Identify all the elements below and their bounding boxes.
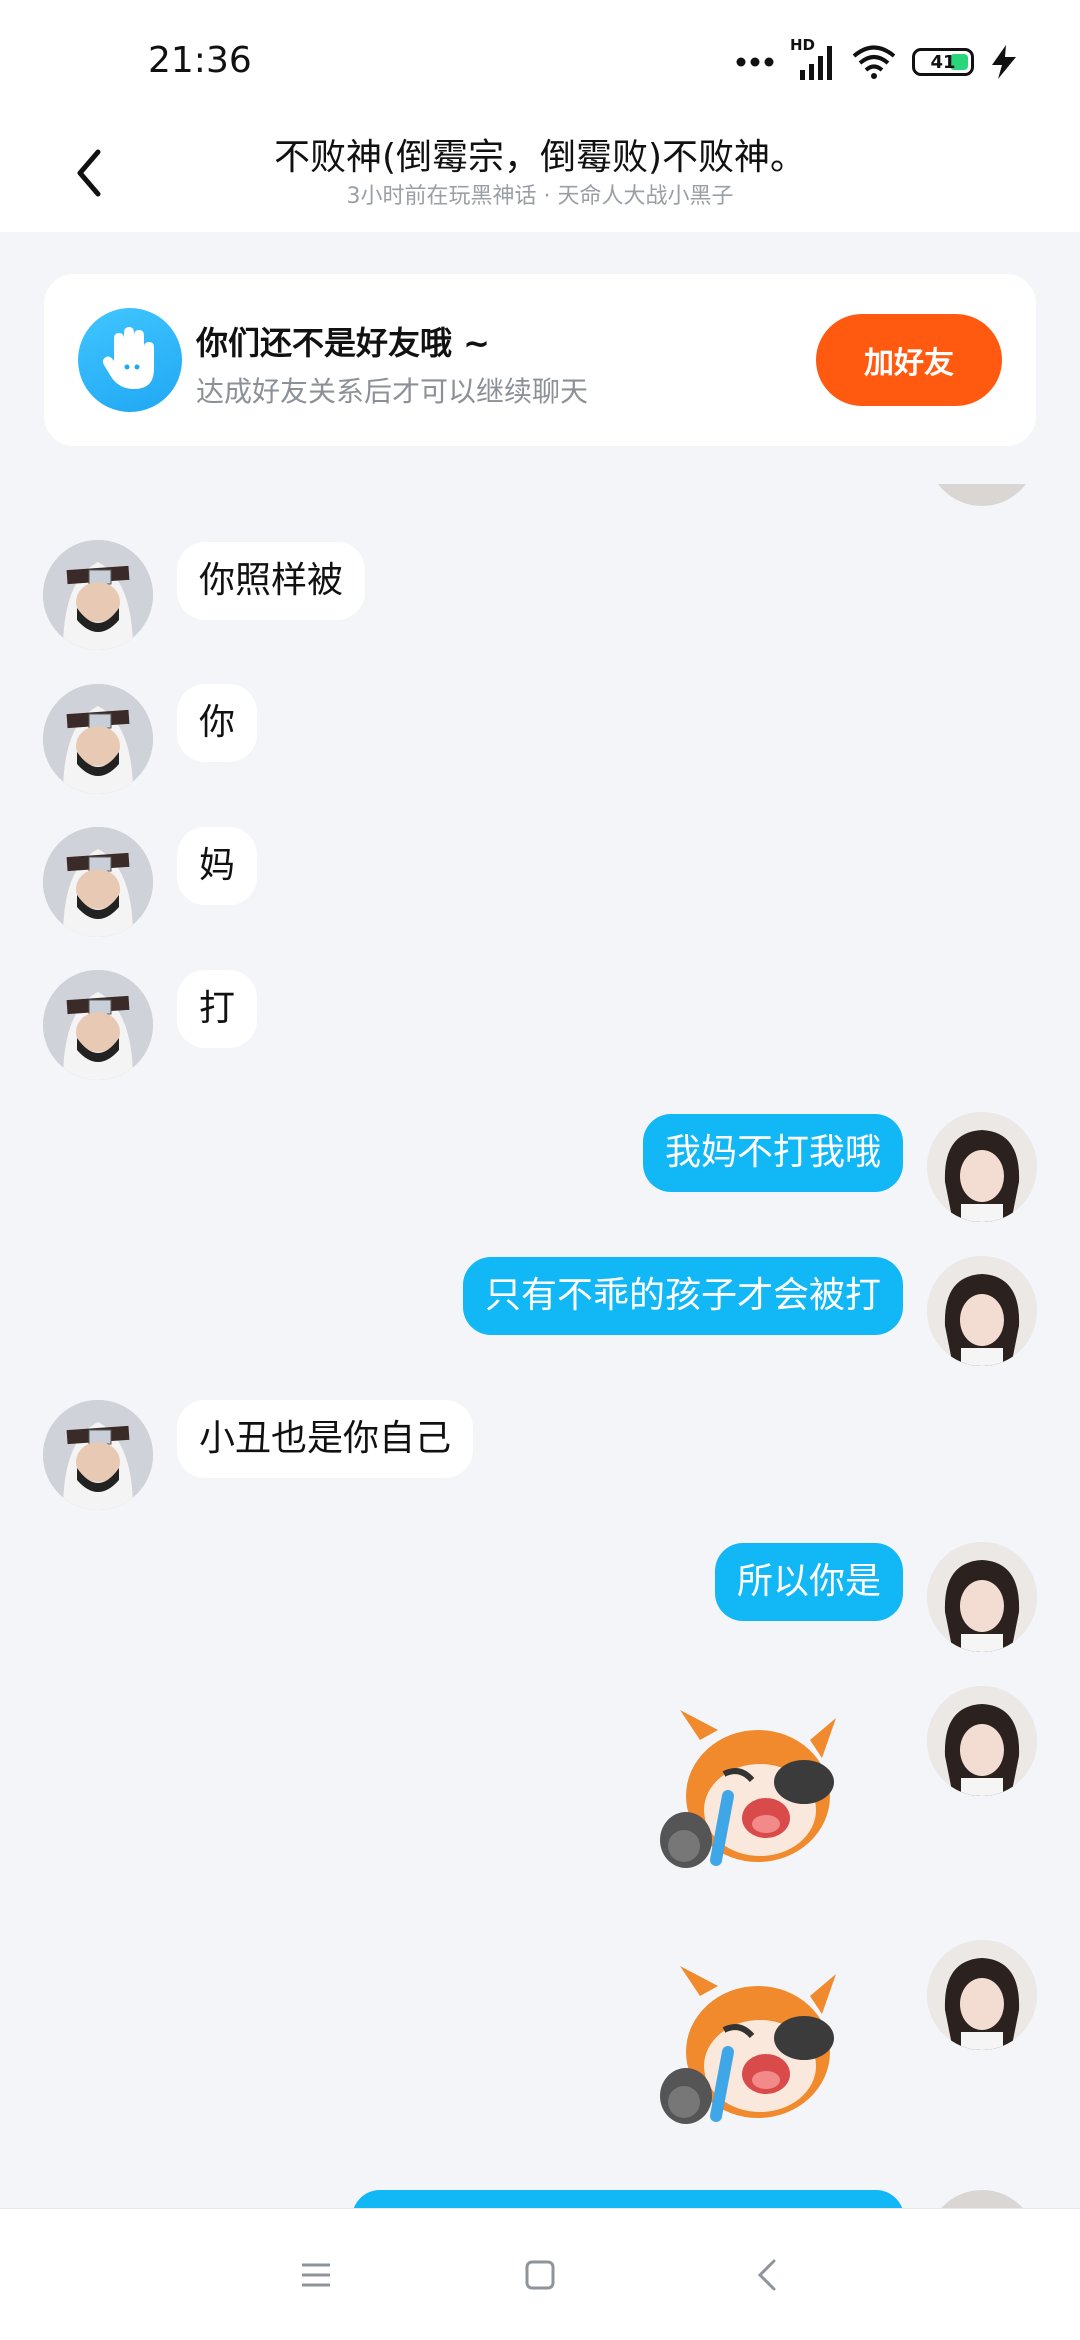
wifi-icon xyxy=(852,45,896,79)
message-bubble[interactable]: 打 xyxy=(177,970,258,1048)
avatar[interactable] xyxy=(43,540,153,650)
status-time: 21:36 xyxy=(148,40,252,81)
system-navigation-bar xyxy=(0,2208,1080,2340)
status-bar: 21:36 HD 41 xyxy=(0,0,1080,120)
menu-icon[interactable] xyxy=(290,2249,342,2301)
chat-header: 不败神(倒霉宗，倒霉败)不败神。 3小时前在玩黑神话 · 天命人大战小黑子 xyxy=(0,120,1080,232)
cellular-signal-icon: HD xyxy=(790,36,836,82)
status-icons: HD 41 xyxy=(736,36,1018,82)
charging-icon xyxy=(992,45,1016,79)
back-nav-icon[interactable] xyxy=(742,2249,794,2301)
home-icon[interactable] xyxy=(514,2249,566,2301)
avatar[interactable] xyxy=(927,1256,1037,1366)
notice-description: 达成好友关系后才可以继续聊天 xyxy=(196,375,589,408)
message-bubble[interactable]: 妈 xyxy=(177,827,258,905)
message-bubble[interactable]: 小丑也是你自己 xyxy=(177,1400,474,1478)
message-bubble[interactable]: 所以你是 xyxy=(714,1543,903,1621)
message-bubble[interactable]: 只有不乖的孩子才会被打 xyxy=(462,1257,903,1335)
avatar[interactable] xyxy=(43,827,153,937)
avatar[interactable] xyxy=(43,970,153,1080)
battery-level: 41 xyxy=(930,51,956,73)
crying-laughing-sticker[interactable] xyxy=(640,1700,856,1880)
avatar[interactable] xyxy=(927,1112,1037,1222)
add-friend-button[interactable]: 加好友 xyxy=(816,314,1002,406)
avatar[interactable] xyxy=(927,1940,1037,2050)
message-bubble[interactable]: 你照样被 xyxy=(177,542,366,620)
chat-title[interactable]: 不败神(倒霉宗，倒霉败)不败神。 xyxy=(0,128,1080,180)
more-dots-icon xyxy=(736,57,774,67)
waving-hand-icon xyxy=(78,308,182,412)
avatar[interactable] xyxy=(927,1686,1037,1796)
crying-laughing-sticker[interactable] xyxy=(640,1956,856,2136)
message-bubble[interactable]: 你 xyxy=(177,684,258,762)
notice-title: 你们还不是好友哦 ~ xyxy=(196,324,490,362)
avatar[interactable] xyxy=(43,684,153,794)
message-bubble[interactable]: 我妈不打我哦 xyxy=(642,1114,903,1192)
chat-status-subtitle: 3小时前在玩黑神话 · 天命人大战小黑子 xyxy=(346,184,734,209)
avatar[interactable] xyxy=(927,1542,1037,1652)
battery-icon: 41 xyxy=(912,48,974,76)
avatar[interactable] xyxy=(43,1400,153,1510)
not-friends-notice-card: 你们还不是好友哦 ~ 达成好友关系后才可以继续聊天 加好友 xyxy=(44,274,1036,446)
